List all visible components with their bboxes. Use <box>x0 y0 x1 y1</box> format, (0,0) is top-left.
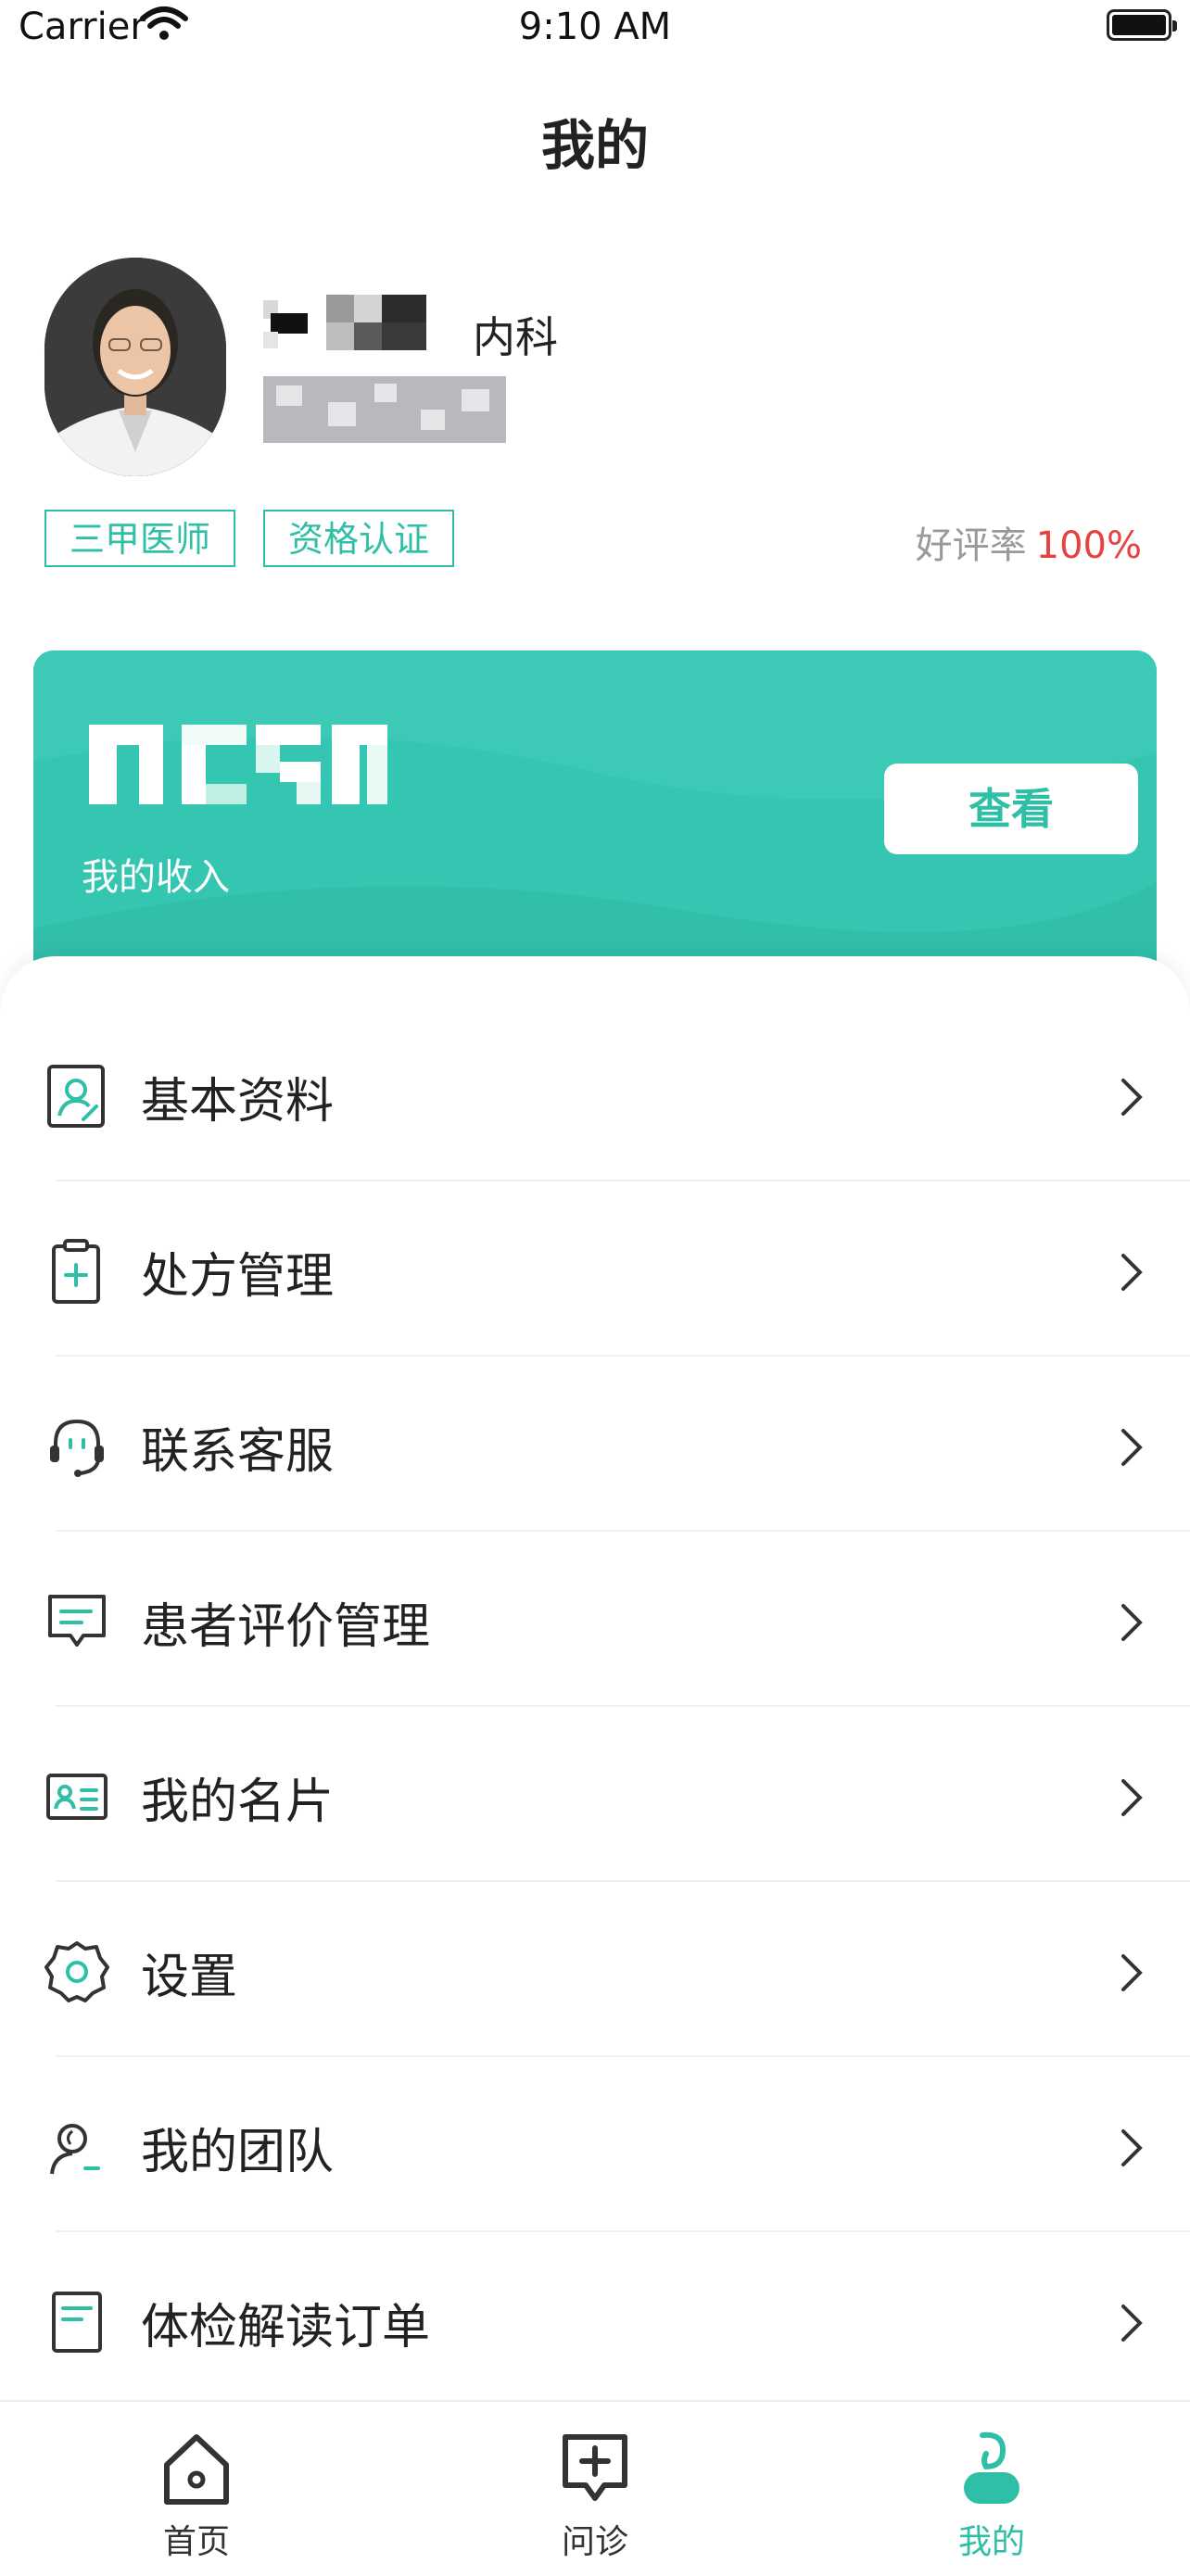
rating-value: 100% <box>1035 524 1142 567</box>
menu-item-patient-reviews[interactable]: 患者评价管理 <box>0 1532 1190 1707</box>
tab-consult-label: 问诊 <box>561 2523 628 2561</box>
menu-item-customer-service[interactable]: 联系客服 <box>0 1357 1190 1532</box>
tab-bar: 首页 问诊 我的 <box>0 2400 1190 2576</box>
income-amount-redacted <box>89 725 387 804</box>
menu-label-my-team: 我的团队 <box>141 2125 335 2180</box>
menu-label-patient-reviews: 患者评价管理 <box>141 1599 431 1655</box>
rating: 好评率 100% <box>916 515 1142 569</box>
menu-item-checkup-orders[interactable]: 体检解读订单 <box>0 2232 1190 2407</box>
chevron-right-icon <box>1121 1604 1143 1641</box>
chevron-right-icon <box>1121 1954 1143 1991</box>
menu-item-basic-info[interactable]: 基本资料 <box>0 1006 1190 1181</box>
menu-list: 基本资料 处方管理 联系客服 患者评价管理 我的名片 设置 我的团队 体检解读订… <box>0 956 1190 2402</box>
doctor-name-redacted <box>263 295 426 356</box>
menu-item-prescription[interactable]: 处方管理 <box>0 1181 1190 1357</box>
mine-icon <box>964 2431 1019 2504</box>
page-title: 我的 <box>540 114 649 177</box>
business-card-icon <box>46 1774 108 1820</box>
profile-card-icon <box>47 1065 105 1128</box>
menu-label-basic-info: 基本资料 <box>141 1074 335 1130</box>
clock: 9:10 AM <box>518 6 672 48</box>
chevron-right-icon <box>1121 1079 1143 1116</box>
tab-home-label: 首页 <box>162 2523 230 2561</box>
tab-consult[interactable]: 问诊 <box>502 2430 688 2563</box>
menu-label-customer-service: 联系客服 <box>141 1424 335 1480</box>
chevron-right-icon <box>1121 2129 1143 2166</box>
avatar[interactable] <box>44 258 226 476</box>
income-card: 我的收入 查看 <box>33 650 1157 984</box>
department-label: 内科 <box>473 312 558 362</box>
menu-item-business-card[interactable]: 我的名片 <box>0 1707 1190 1882</box>
chevron-right-icon <box>1121 2305 1143 2342</box>
hospital-redacted <box>263 376 506 443</box>
prescription-icon <box>52 1239 100 1304</box>
menu-label-business-card: 我的名片 <box>141 1774 335 1830</box>
menu-label-checkup-orders: 体检解读订单 <box>141 2300 431 2355</box>
chevron-right-icon <box>1121 1779 1143 1816</box>
consult-icon <box>563 2434 627 2501</box>
menu-label-prescription: 处方管理 <box>141 1249 335 1305</box>
comment-icon <box>48 1595 106 1647</box>
headset-icon <box>50 1419 104 1477</box>
tab-mine-label: 我的 <box>957 2523 1025 2561</box>
view-income-button[interactable]: 查看 <box>884 764 1138 854</box>
tab-home[interactable]: 首页 <box>104 2430 289 2563</box>
tag-grade-a-doctor: 三甲医师 <box>44 510 235 567</box>
income-label: 我的收入 <box>82 856 230 899</box>
tag-certified: 资格认证 <box>263 510 454 567</box>
chevron-right-icon <box>1121 1254 1143 1291</box>
chevron-right-icon <box>1121 1429 1143 1466</box>
team-icon <box>50 2124 100 2175</box>
home-icon <box>164 2434 229 2505</box>
status-bar: Carrier 9:10 AM <box>0 0 1190 59</box>
tab-mine[interactable]: 我的 <box>899 2430 1084 2563</box>
gear-icon <box>44 1941 109 2002</box>
rating-label: 好评率 <box>915 524 1027 567</box>
document-icon <box>52 2292 102 2353</box>
battery-icon <box>1107 9 1177 41</box>
menu-label-settings: 设置 <box>141 1950 238 2005</box>
menu-item-settings[interactable]: 设置 <box>0 1882 1190 2057</box>
menu-item-my-team[interactable]: 我的团队 <box>0 2057 1190 2232</box>
